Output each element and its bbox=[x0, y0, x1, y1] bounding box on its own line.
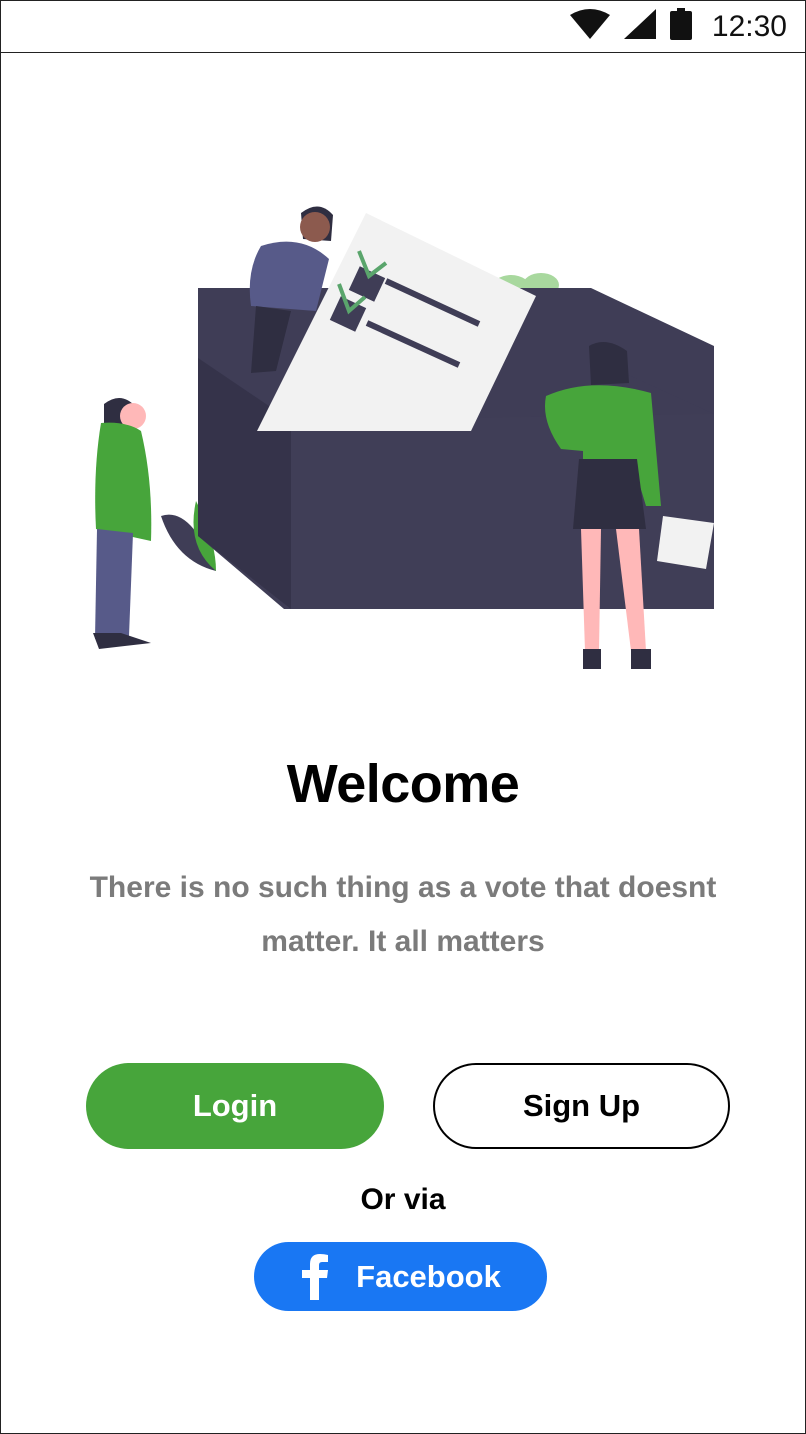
welcome-title: Welcome bbox=[286, 754, 520, 814]
battery-icon bbox=[669, 8, 692, 45]
signup-button[interactable]: Sign Up bbox=[433, 1063, 730, 1149]
welcome-subtitle: There is no such thing as a vote that do… bbox=[89, 871, 717, 958]
login-button-label: Login bbox=[192, 1088, 278, 1123]
woman-right-leg bbox=[581, 529, 601, 651]
facebook-button-label: Facebook bbox=[356, 1258, 501, 1294]
facebook-login-button[interactable]: Facebook bbox=[254, 1242, 547, 1311]
app-screen: 12:30 Welcome There is no such thing as … bbox=[0, 0, 806, 1434]
wifi-icon bbox=[569, 9, 610, 44]
facebook-icon bbox=[300, 1253, 330, 1300]
woman-left-shoes bbox=[93, 633, 151, 649]
status-bar: 12:30 bbox=[1, 1, 805, 53]
woman-right-skirt bbox=[573, 459, 646, 529]
status-time: 12:30 bbox=[711, 9, 787, 43]
woman-right-shoe bbox=[631, 649, 651, 669]
woman-left-sweater bbox=[95, 422, 152, 541]
man-jacket bbox=[249, 241, 329, 311]
man-head bbox=[300, 212, 330, 242]
login-button[interactable]: Login bbox=[86, 1063, 384, 1149]
or-via-label: Or via bbox=[360, 1183, 446, 1216]
woman-right-shoe bbox=[583, 649, 601, 669]
woman-left-pants bbox=[95, 529, 133, 639]
voting-illustration bbox=[61, 191, 751, 696]
woman-right-hair bbox=[589, 342, 629, 385]
cellular-signal-icon bbox=[623, 9, 656, 44]
paper-held-shape bbox=[657, 516, 714, 569]
signup-button-label: Sign Up bbox=[522, 1088, 641, 1123]
